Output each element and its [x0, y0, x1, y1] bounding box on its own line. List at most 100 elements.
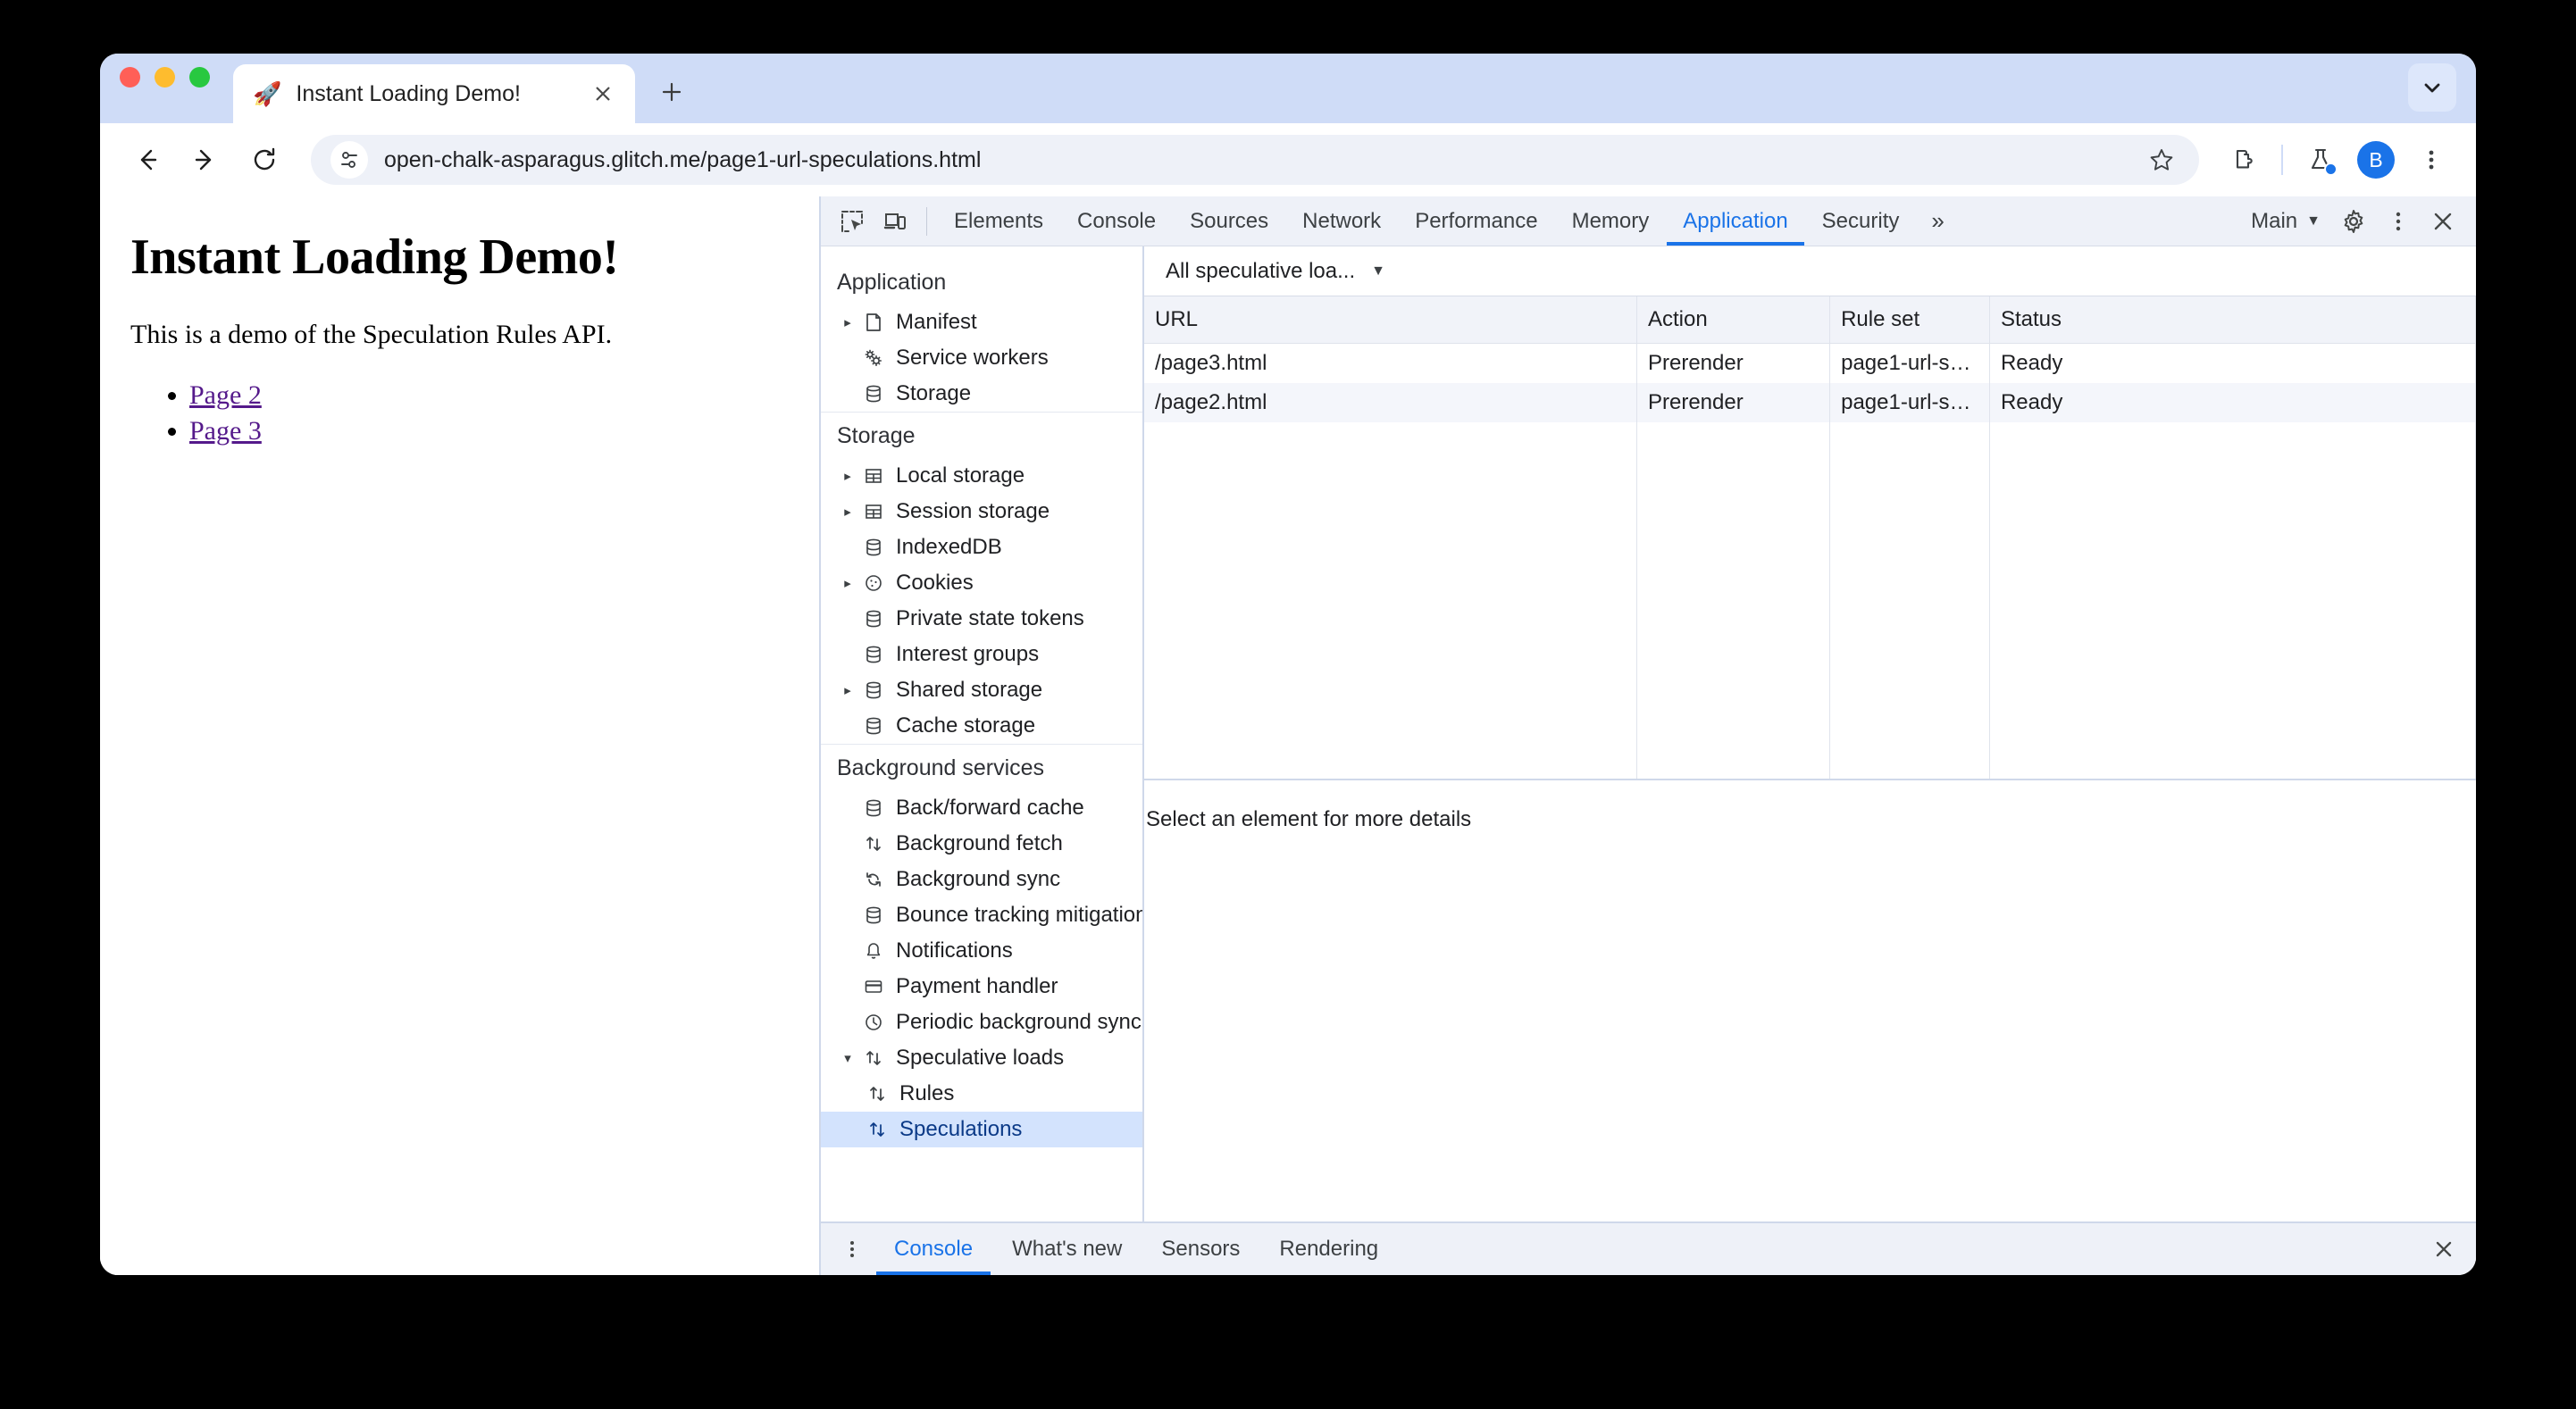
- no-twisty: ▸: [837, 646, 858, 663]
- document-icon: [858, 313, 889, 332]
- speculations-table-wrapper[interactable]: URL Action Rule set Status /page3.html P…: [1144, 296, 2476, 780]
- tab-sources[interactable]: Sources: [1174, 197, 1284, 246]
- tab-memory[interactable]: Memory: [1556, 197, 1666, 246]
- site-settings-icon[interactable]: [330, 141, 368, 179]
- page-paragraph: This is a demo of the Speculation Rules …: [130, 320, 613, 349]
- kebab-menu-icon[interactable]: [2378, 202, 2419, 241]
- sidebar-item-periodic-background-sync[interactable]: ▸ Periodic background sync: [821, 1005, 1142, 1040]
- no-twisty: ▸: [837, 718, 858, 734]
- chevron-right-icon[interactable]: ▸: [837, 682, 858, 698]
- column-header-rule-set[interactable]: Rule set: [1829, 296, 1990, 344]
- page-title: Instant Loading Demo!: [130, 229, 619, 285]
- table-icon: [858, 466, 889, 486]
- kebab-menu-icon[interactable]: [2408, 137, 2455, 183]
- sidebar-item-payment-handler[interactable]: ▸ Payment handler: [821, 969, 1142, 1005]
- sidebar-item-label: Back/forward cache: [896, 796, 1084, 820]
- new-tab-button[interactable]: [651, 71, 692, 113]
- chevron-right-icon[interactable]: ▸: [837, 575, 858, 591]
- table-row[interactable]: /page3.html Prerender page1-url-specul..…: [1144, 343, 2476, 383]
- sidebar-section-background-services: Background services: [821, 744, 1142, 790]
- close-window-button[interactable]: [120, 66, 140, 88]
- table-row[interactable]: /page2.html Prerender page1-url-specul..…: [1144, 382, 2476, 422]
- inspect-element-icon[interactable]: [832, 202, 873, 241]
- no-twisty: ▸: [837, 836, 858, 852]
- drawer-tab-sensors[interactable]: Sensors: [1143, 1223, 1258, 1275]
- table-empty-area: [1144, 421, 2476, 779]
- address-bar[interactable]: open-chalk-asparagus.glitch.me/page1-url…: [311, 135, 2199, 185]
- close-drawer-icon[interactable]: [2422, 1230, 2465, 1269]
- chevron-down-icon[interactable]: ▾: [837, 1050, 858, 1066]
- drawer-tab-rendering[interactable]: Rendering: [1261, 1223, 1396, 1275]
- sidebar-item-service-workers[interactable]: ▸ Service workers: [821, 340, 1142, 376]
- more-tabs-button[interactable]: »: [1917, 197, 1958, 246]
- forward-arrow-icon[interactable]: [180, 135, 230, 185]
- frame-selector[interactable]: Main ▼: [2242, 209, 2329, 234]
- bell-icon: [858, 941, 889, 961]
- star-icon[interactable]: [2138, 137, 2185, 183]
- tab-network[interactable]: Network: [1286, 197, 1397, 246]
- sidebar-item-bounce-tracking-mitigation[interactable]: ▸ Bounce tracking mitigation: [821, 897, 1142, 933]
- chevron-right-icon[interactable]: ▸: [837, 468, 858, 484]
- close-devtools-icon[interactable]: [2422, 202, 2463, 241]
- sidebar-item-label: Local storage: [896, 463, 1025, 488]
- sidebar-item-local-storage[interactable]: ▸ Local storage: [821, 458, 1142, 494]
- speculative-loads-filter-select[interactable]: All speculative loa... ▼: [1157, 255, 1394, 288]
- drawer-menu-icon[interactable]: [832, 1230, 873, 1269]
- no-twisty: ▸: [837, 979, 858, 995]
- drawer-tab-console[interactable]: Console: [876, 1223, 991, 1275]
- avatar[interactable]: B: [2353, 137, 2399, 183]
- minimize-window-button[interactable]: [155, 66, 175, 88]
- sidebar-item-storage[interactable]: ▸ Storage: [821, 376, 1142, 412]
- sidebar-item-cookies[interactable]: ▸ Cookies: [821, 565, 1142, 601]
- tab-performance[interactable]: Performance: [1399, 197, 1553, 246]
- sidebar-item-back-forward-cache[interactable]: ▸ Back/forward cache: [821, 790, 1142, 826]
- column-header-url[interactable]: URL: [1144, 296, 1637, 344]
- reload-icon[interactable]: [239, 135, 289, 185]
- details-placeholder: Select an element for more details: [1146, 807, 1472, 831]
- sidebar-item-shared-storage[interactable]: ▸ Shared storage: [821, 672, 1142, 708]
- page-viewport: Instant Loading Demo! This is a demo of …: [100, 196, 819, 1275]
- sidebar-item-label: Periodic background sync: [896, 1010, 1142, 1034]
- browser-tab[interactable]: 🚀 Instant Loading Demo!: [233, 64, 635, 123]
- sidebar-item-speculations[interactable]: Speculations: [821, 1112, 1142, 1147]
- tab-search-button[interactable]: [2408, 63, 2456, 112]
- chevron-down-icon: ▼: [2306, 213, 2321, 229]
- url-text[interactable]: open-chalk-asparagus.glitch.me/page1-url…: [384, 147, 2122, 173]
- column-header-status[interactable]: Status: [1989, 296, 2476, 344]
- sidebar-item-background-sync[interactable]: ▸ Background sync: [821, 862, 1142, 897]
- link-page-3[interactable]: Page 3: [189, 416, 262, 446]
- sidebar-item-notifications[interactable]: ▸ Notifications: [821, 933, 1142, 969]
- sidebar-item-speculative-loads[interactable]: ▾ Speculative loads: [821, 1040, 1142, 1076]
- sidebar-item-interest-groups[interactable]: ▸ Interest groups: [821, 637, 1142, 672]
- browser-window: 🚀 Instant Loading Demo! open-chalk-aspar…: [100, 54, 2476, 1275]
- tab-security[interactable]: Security: [1806, 197, 1916, 246]
- sidebar-item-background-fetch[interactable]: ▸ Background fetch: [821, 826, 1142, 862]
- tab-application[interactable]: Application: [1667, 197, 1803, 246]
- device-toolbar-icon[interactable]: [874, 202, 916, 241]
- column-header-action[interactable]: Action: [1636, 296, 1831, 344]
- sidebar-item-indexeddb[interactable]: ▸ IndexedDB: [821, 529, 1142, 565]
- tab-elements[interactable]: Elements: [938, 197, 1059, 246]
- gear-icon[interactable]: [2333, 202, 2374, 241]
- close-tab-button[interactable]: [587, 78, 619, 110]
- sidebar-item-session-storage[interactable]: ▸ Session storage: [821, 494, 1142, 529]
- details-pane: Select an element for more details: [1144, 780, 2476, 1221]
- database-icon: [858, 538, 889, 557]
- cell-status: Ready: [1989, 382, 2476, 422]
- puzzle-piece-icon[interactable]: [2221, 137, 2267, 183]
- sidebar-item-manifest[interactable]: ▸ Manifest: [821, 304, 1142, 340]
- drawer-tab-whats-new[interactable]: What's new: [994, 1223, 1140, 1275]
- chevron-right-icon[interactable]: ▸: [837, 504, 858, 520]
- flask-icon[interactable]: [2297, 137, 2344, 183]
- link-page-2[interactable]: Page 2: [189, 380, 262, 410]
- sidebar-item-private-state-tokens[interactable]: ▸ Private state tokens: [821, 601, 1142, 637]
- table-header-row: URL Action Rule set Status: [1144, 296, 2476, 344]
- tab-console[interactable]: Console: [1061, 197, 1172, 246]
- sidebar-item-cache-storage[interactable]: ▸ Cache storage: [821, 708, 1142, 744]
- back-arrow-icon[interactable]: [121, 135, 171, 185]
- sidebar-item-rules[interactable]: Rules: [821, 1076, 1142, 1112]
- no-twisty: ▸: [837, 907, 858, 923]
- chevron-right-icon[interactable]: ▸: [837, 314, 858, 330]
- maximize-window-button[interactable]: [189, 66, 210, 88]
- sidebar-item-label: Background fetch: [896, 831, 1063, 855]
